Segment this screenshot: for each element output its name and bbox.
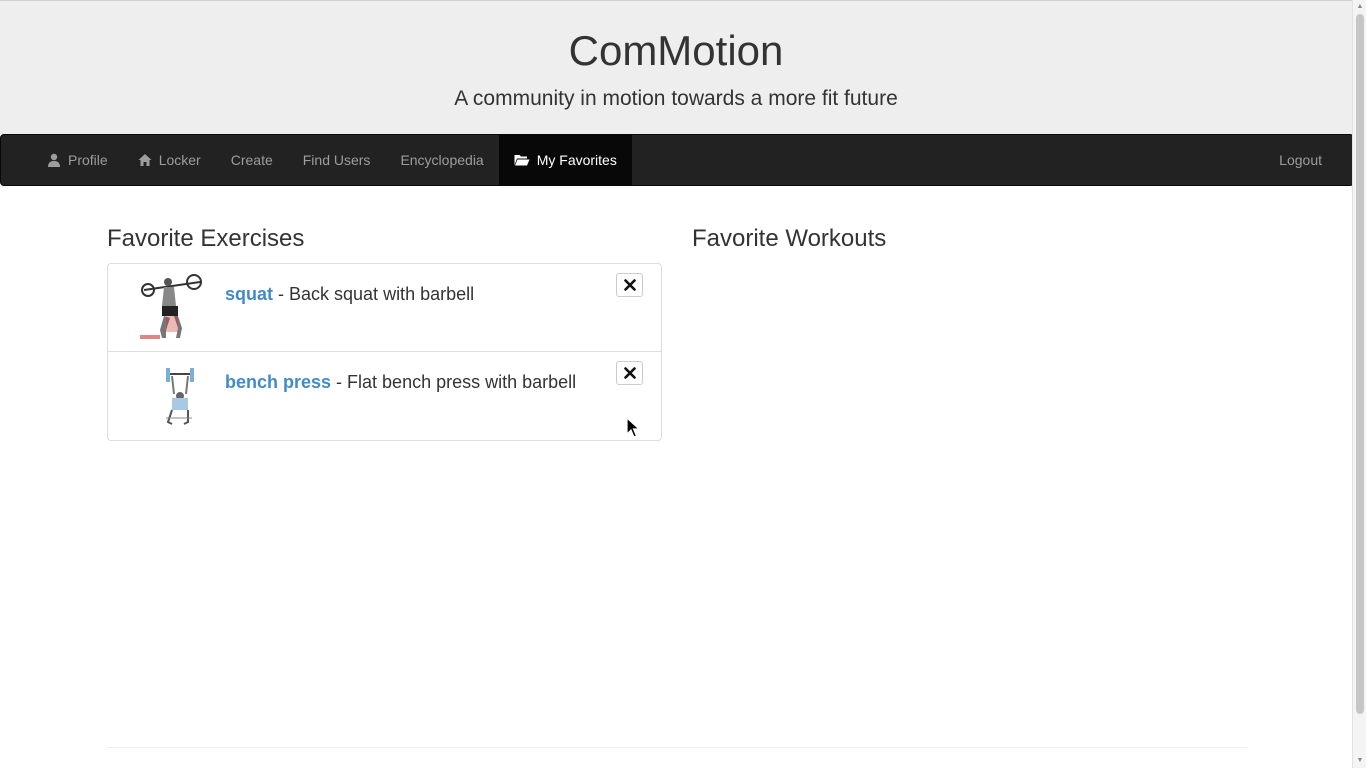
scroll-up-arrow-icon[interactable]: ▲ xyxy=(1356,3,1364,11)
favorite-workouts-heading: Favorite Workouts xyxy=(692,225,887,252)
nav-item-profile[interactable]: Profile xyxy=(32,135,123,185)
page-scrollbar[interactable]: ▲ ▼ xyxy=(1352,0,1366,768)
nav-item-label: Create xyxy=(230,152,273,168)
list-item: bench press - Flat bench press with barb… xyxy=(108,352,661,440)
nav-item-create[interactable]: Create xyxy=(216,135,288,185)
exercise-description: - Back squat with barbell xyxy=(273,284,475,304)
favorite-exercises-heading: Favorite Exercises xyxy=(107,225,305,252)
nav-item-label: Find Users xyxy=(302,152,371,168)
footer-divider xyxy=(107,747,1247,748)
nav-links: Profile Locker Create Find Users Encyclo… xyxy=(32,135,632,185)
close-icon xyxy=(623,279,636,291)
scrollbar-thumb[interactable] xyxy=(1356,14,1364,714)
nav-item-find-users[interactable]: Find Users xyxy=(288,135,386,185)
exercise-link[interactable]: bench press xyxy=(225,372,331,392)
squat-thumbnail xyxy=(138,272,206,342)
bench-press-thumbnail xyxy=(138,360,206,430)
favorite-exercises-list: squat - Back squat with barbell bench pr… xyxy=(107,263,662,441)
site-tagline: A community in motion towards a more fit… xyxy=(454,87,898,110)
nav-item-locker[interactable]: Locker xyxy=(123,135,216,185)
logout-link[interactable]: Logout xyxy=(1264,135,1337,185)
mouse-cursor-icon xyxy=(626,417,640,438)
user-icon xyxy=(48,153,60,167)
site-header: ComMotion A community in motion towards … xyxy=(0,0,1352,134)
remove-favorite-button[interactable] xyxy=(616,273,643,297)
logout-label: Logout xyxy=(1279,152,1322,168)
site-title: ComMotion xyxy=(568,27,784,74)
remove-favorite-button[interactable] xyxy=(616,361,643,385)
nav-item-label: Encyclopedia xyxy=(400,152,484,168)
nav-item-my-favorites[interactable]: My Favorites xyxy=(498,135,632,185)
exercise-entry: bench press - Flat bench press with barb… xyxy=(225,371,576,393)
nav-item-label: My Favorites xyxy=(536,152,617,168)
nav-item-encyclopedia[interactable]: Encyclopedia xyxy=(385,135,498,185)
favorite-workouts-section: Favorite Workouts xyxy=(692,224,1247,254)
exercise-entry: squat - Back squat with barbell xyxy=(225,283,474,305)
exercise-description: - Flat bench press with barbell xyxy=(331,372,577,392)
exercise-link[interactable]: squat xyxy=(225,284,273,304)
nav-right: Logout xyxy=(1264,135,1337,185)
close-icon xyxy=(623,367,636,379)
nav-item-label: Profile xyxy=(68,152,108,168)
favorite-exercises-section: Favorite Exercises squat - Back squat wi… xyxy=(107,224,662,441)
scroll-down-arrow-icon[interactable]: ▼ xyxy=(1356,757,1364,765)
list-item: squat - Back squat with barbell xyxy=(108,264,661,352)
home-icon xyxy=(138,154,152,166)
main-navbar: Profile Locker Create Find Users Encyclo… xyxy=(0,134,1354,186)
nav-item-label: Locker xyxy=(158,152,201,168)
folder-open-icon xyxy=(514,155,530,166)
